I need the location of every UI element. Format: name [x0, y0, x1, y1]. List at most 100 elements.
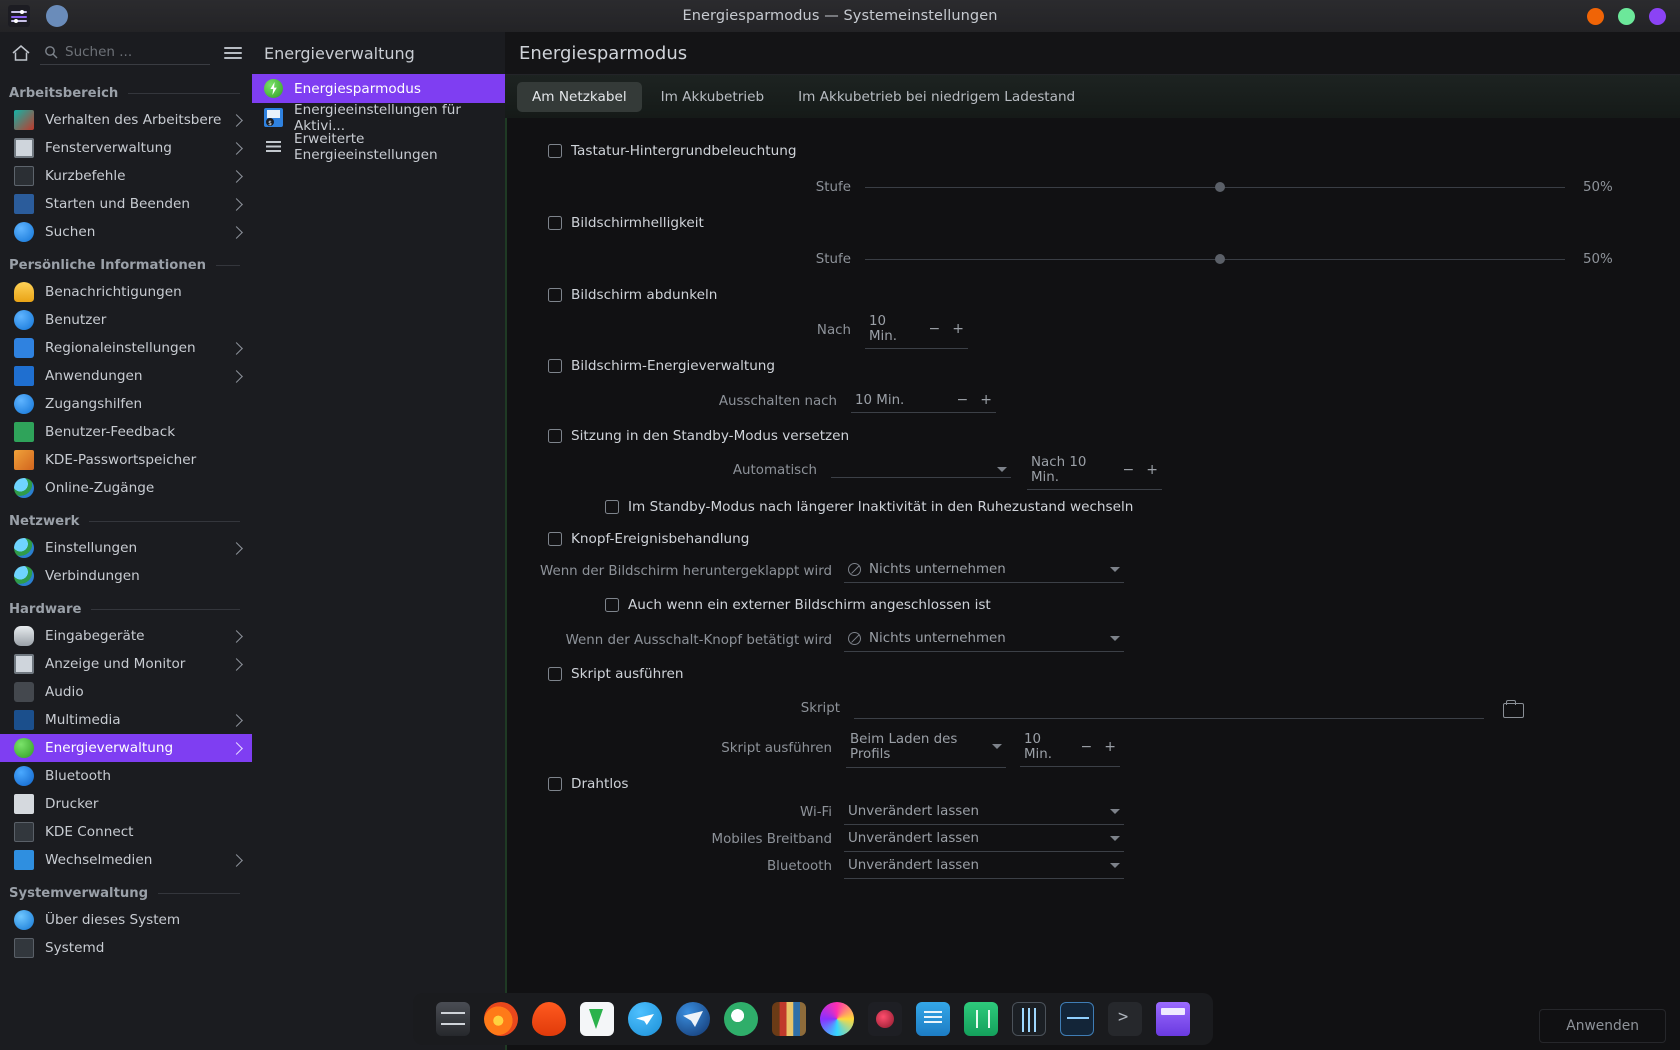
script-time-value: 10 Min.	[1024, 732, 1069, 762]
script-when-combobox[interactable]: Beim Laden des Profils	[846, 729, 1006, 768]
dim-screen-checkbox[interactable]	[548, 288, 562, 302]
search-placeholder: Suchen ...	[65, 44, 132, 60]
apply-button[interactable]: Anwenden	[1539, 1009, 1666, 1043]
screen-brightness-slider[interactable]	[865, 250, 1565, 268]
module-item-energieeinstellungen-f-r-aktivi[interactable]: $Energieeinstellungen für Aktivi...	[252, 103, 505, 132]
suspend-plus-button[interactable]: +	[1146, 462, 1158, 478]
dock-telegram[interactable]	[628, 1002, 662, 1036]
display-monitor-icon	[14, 654, 34, 674]
dock-system-settings[interactable]	[436, 1002, 470, 1036]
button-events-checkbox[interactable]	[548, 532, 562, 546]
dock-firefox[interactable]	[484, 1002, 518, 1036]
script-when-label: Skript ausführen	[507, 741, 832, 756]
sidebar-item-zugangshilfen[interactable]: Zugangshilfen	[0, 390, 252, 418]
dim-screen-minus-button[interactable]: −	[929, 321, 941, 337]
dock-spreadsheet[interactable]	[964, 1002, 998, 1036]
external-monitor-checkbox[interactable]	[605, 598, 619, 612]
dim-screen-after-spinbox[interactable]: 10 Min. − +	[865, 311, 968, 349]
sidebar-item-bluetooth[interactable]: Bluetooth	[0, 762, 252, 790]
minimize-button[interactable]	[1649, 8, 1666, 25]
sidebar-item-drucker[interactable]: Drucker	[0, 790, 252, 818]
screen-energy-minus-button[interactable]: −	[957, 392, 969, 408]
sidebar-item-online-zug-nge[interactable]: Online-Zugänge	[0, 474, 252, 502]
script-minus-button[interactable]: −	[1081, 739, 1093, 755]
sidebar-item-einstellungen[interactable]: Einstellungen	[0, 534, 252, 562]
sidebar-item-regionaleinstellungen[interactable]: Regionaleinstellungen	[0, 334, 252, 362]
module-item-energiesparmodus[interactable]: Energiesparmodus	[252, 74, 505, 103]
dock-feedly[interactable]	[580, 1002, 614, 1036]
script-path-input[interactable]	[854, 699, 1484, 719]
home-icon[interactable]	[10, 42, 32, 64]
sidebar-item-systemd[interactable]: Systemd	[0, 934, 252, 962]
sidebar-item-starten-und-beenden[interactable]: Starten und Beenden	[0, 190, 252, 218]
dock-calibre[interactable]	[772, 1002, 806, 1036]
keyboard-backlight-checkbox[interactable]	[548, 144, 562, 158]
sidebar-item-verhalten-des-arbeitsbereichs[interactable]: Verhalten des Arbeitsbereichs	[0, 106, 252, 134]
dock-opera[interactable]	[724, 1002, 758, 1036]
sidebar-item-energieverwaltung[interactable]: Energieverwaltung	[0, 734, 252, 762]
sidebar-item-wechselmedien[interactable]: Wechselmedien	[0, 846, 252, 874]
screen-energy-plus-button[interactable]: +	[980, 392, 992, 408]
tab-im-akkubetrieb-bei-niedrigem-ladestand[interactable]: Im Akkubetrieb bei niedrigem Ladestand	[783, 82, 1090, 112]
dock-file-manager[interactable]	[1156, 1002, 1190, 1036]
search-input[interactable]: Suchen ...	[40, 41, 210, 65]
script-time-spinbox[interactable]: 10 Min. − +	[1020, 729, 1120, 767]
sidebar-item-benutzer-feedback[interactable]: Benutzer-Feedback	[0, 418, 252, 446]
chevron-right-icon	[230, 854, 243, 867]
dim-screen-after-row: Nach 10 Min. − +	[507, 310, 1680, 350]
wireless-combobox[interactable]: Unverändert lassen	[844, 855, 1124, 879]
sidebar-search-bar: Suchen ...	[0, 32, 252, 74]
sidebar-item-fensterverwaltung[interactable]: Fensterverwaltung	[0, 134, 252, 162]
folder-browse-icon[interactable]	[1502, 700, 1524, 718]
sidebar-item-audio[interactable]: Audio	[0, 678, 252, 706]
wireless-combobox[interactable]: Unverändert lassen	[844, 801, 1124, 825]
script-plus-button[interactable]: +	[1104, 739, 1116, 755]
sidebar-item-verbindungen[interactable]: Verbindungen	[0, 562, 252, 590]
sidebar-item-label: Suchen	[45, 224, 221, 240]
suspend-minus-button[interactable]: −	[1123, 462, 1135, 478]
bluetooth-icon	[14, 766, 34, 786]
sidebar-item-ber-dieses-system[interactable]: Über dieses System	[0, 906, 252, 934]
suspend-auto-combobox[interactable]	[831, 464, 1011, 478]
sidebar-item-suchen[interactable]: Suchen	[0, 218, 252, 246]
dim-screen-plus-button[interactable]: +	[952, 321, 964, 337]
keyboard-backlight-slider[interactable]	[865, 178, 1565, 196]
hamburger-menu-icon[interactable]	[224, 44, 242, 62]
sidebar-item-eingabeger-te[interactable]: Eingabegeräte	[0, 622, 252, 650]
dock-terminal[interactable]	[1108, 1002, 1142, 1036]
screen-brightness-checkbox[interactable]	[548, 216, 562, 230]
sidebar-item-kde-connect[interactable]: KDE Connect	[0, 818, 252, 846]
dock-krita[interactable]	[820, 1002, 854, 1036]
sidebar-item-label: Systemd	[45, 940, 243, 956]
screen-energy-off-spinbox[interactable]: 10 Min. − +	[851, 389, 996, 413]
dock-obs-studio[interactable]	[868, 1002, 902, 1036]
close-button[interactable]	[1587, 8, 1604, 25]
suspend-session-checkbox[interactable]	[548, 429, 562, 443]
power-button-action-combobox[interactable]: Nichts unternehmen	[844, 628, 1124, 652]
hibernate-checkbox[interactable]	[605, 500, 619, 514]
sidebar-item-anwendungen[interactable]: Anwendungen	[0, 362, 252, 390]
sidebar-item-anzeige-und-monitor[interactable]: Anzeige und Monitor	[0, 650, 252, 678]
keyboard-shortcuts-icon	[14, 166, 34, 186]
lid-action-combobox[interactable]: Nichts unternehmen	[844, 559, 1124, 583]
wireless-checkbox[interactable]	[548, 777, 562, 791]
sidebar-item-benutzer[interactable]: Benutzer	[0, 306, 252, 334]
dock-thunderbird[interactable]	[676, 1002, 710, 1036]
sidebar-item-benachrichtigungen[interactable]: Benachrichtigungen	[0, 278, 252, 306]
tab-am-netzkabel[interactable]: Am Netzkabel	[517, 82, 642, 112]
maximize-button[interactable]	[1618, 8, 1635, 25]
tab-im-akkubetrieb[interactable]: Im Akkubetrieb	[646, 82, 780, 112]
module-item-erweiterte-energieeinstellungen[interactable]: Erweiterte Energieeinstellungen	[252, 132, 505, 161]
suspend-after-spinbox[interactable]: Nach 10 Min. − +	[1027, 452, 1162, 490]
sidebar-item-kurzbefehle[interactable]: Kurzbefehle	[0, 162, 252, 190]
sidebar-item-multimedia[interactable]: Multimedia	[0, 706, 252, 734]
run-script-checkbox[interactable]	[548, 667, 562, 681]
dock-audio-mixer[interactable]	[1012, 1002, 1046, 1036]
wireless-combobox[interactable]: Unverändert lassen	[844, 828, 1124, 852]
dock-text-editor[interactable]	[916, 1002, 950, 1036]
dock-brave[interactable]	[532, 1002, 566, 1036]
dock-waveform[interactable]	[1060, 1002, 1094, 1036]
sidebar-item-label: Drucker	[45, 796, 243, 812]
screen-energy-checkbox[interactable]	[548, 359, 562, 373]
sidebar-item-kde-passwortspeicher[interactable]: KDE-Passwortspeicher	[0, 446, 252, 474]
